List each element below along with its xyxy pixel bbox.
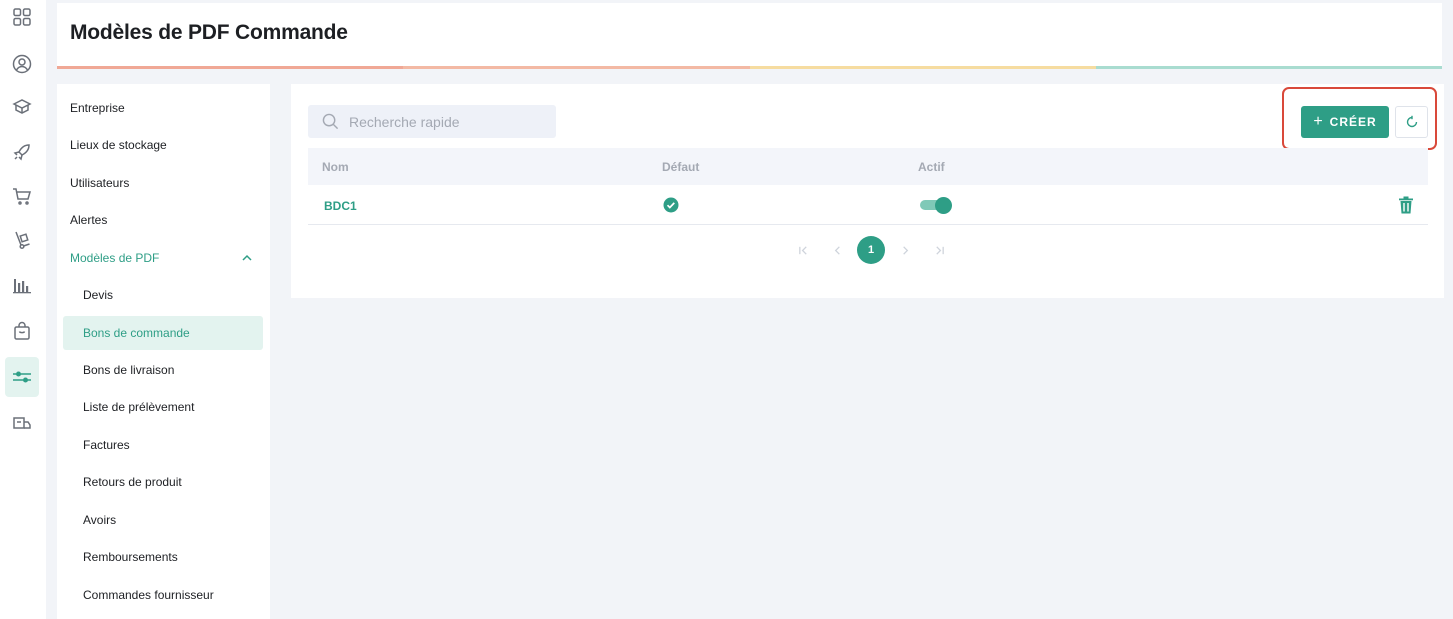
cart-icon[interactable] [5, 176, 39, 216]
plus-icon: + [1313, 113, 1323, 130]
menu-item-label: Modèles de PDF [70, 251, 160, 265]
search-input[interactable] [349, 105, 549, 138]
page-button-current[interactable]: 1 [857, 236, 885, 264]
dolly-icon[interactable] [5, 220, 39, 260]
menu-subitem-remboursements[interactable]: Remboursements [63, 540, 263, 574]
check-circle-icon [663, 197, 679, 213]
search-box [308, 105, 556, 138]
toggle-knob [935, 197, 952, 214]
column-header-defaut[interactable]: Défaut [662, 160, 699, 174]
shopping-bag-icon[interactable] [5, 311, 39, 351]
sliders-icon[interactable] [5, 357, 39, 397]
chevron-right-icon [902, 245, 908, 255]
rocket-icon[interactable] [5, 132, 39, 172]
pagination: 1 [786, 236, 956, 264]
create-button[interactable]: + CRÉER [1301, 106, 1389, 138]
menu-item-entreprise[interactable]: Entreprise [63, 91, 263, 125]
icon-rail [0, 0, 46, 619]
menu-subitem-devis[interactable]: Devis [63, 278, 263, 312]
last-page-icon [935, 245, 944, 255]
first-page-icon [798, 245, 807, 255]
menu-subitem-liste-de-prelevement[interactable]: Liste de prélèvement [63, 390, 263, 424]
active-toggle[interactable] [920, 197, 952, 214]
menu-item-utilisateurs[interactable]: Utilisateurs [63, 166, 263, 200]
menu-item-lieux-de-stockage[interactable]: Lieux de stockage [63, 128, 263, 162]
menu-subitem-commandes-fournisseur[interactable]: Commandes fournisseur [63, 578, 263, 612]
bar-chart-icon[interactable] [5, 265, 39, 305]
trash-icon[interactable] [1398, 196, 1414, 214]
page-header: Modèles de PDF Commande [57, 3, 1442, 69]
table-row[interactable]: BDC1 [308, 185, 1428, 225]
dashboard-icon[interactable] [5, 0, 39, 37]
settings-menu: Entreprise Lieux de stockage Utilisateur… [57, 84, 270, 619]
chevron-up-icon [242, 254, 252, 261]
table-header: Nom Défaut Actif [308, 148, 1428, 185]
create-button-label: CRÉER [1329, 115, 1377, 129]
menu-subitem-bons-de-commande[interactable]: Bons de commande [63, 316, 263, 350]
menu-subitem-retours-de-produit[interactable]: Retours de produit [63, 465, 263, 499]
menu-subitem-avoirs[interactable]: Avoirs [63, 503, 263, 537]
page-title: Modèles de PDF Commande [70, 21, 348, 44]
menu-subitem-factures[interactable]: Factures [63, 428, 263, 462]
search-icon [322, 113, 339, 130]
user-circle-icon[interactable] [5, 44, 39, 84]
menu-subitem-bons-de-livraison[interactable]: Bons de livraison [63, 353, 263, 387]
first-page-button[interactable] [786, 236, 820, 264]
templates-card: + CRÉER Nom Défaut Actif BDC1 1 [291, 84, 1444, 298]
last-page-button[interactable] [922, 236, 956, 264]
column-header-actif[interactable]: Actif [918, 160, 945, 174]
previous-page-button[interactable] [820, 236, 854, 264]
refresh-button[interactable] [1395, 106, 1428, 138]
refresh-icon [1406, 115, 1417, 128]
menu-item-alertes[interactable]: Alertes [63, 203, 263, 237]
chevron-left-icon [834, 245, 840, 255]
next-page-button[interactable] [888, 236, 922, 264]
column-header-nom[interactable]: Nom [322, 160, 349, 174]
menu-item-modeles-de-pdf[interactable]: Modèles de PDF [63, 241, 263, 275]
template-name-link[interactable]: BDC1 [324, 199, 357, 213]
box-icon[interactable] [5, 87, 39, 127]
truck-icon[interactable] [5, 404, 39, 444]
header-stripe [57, 66, 1442, 69]
